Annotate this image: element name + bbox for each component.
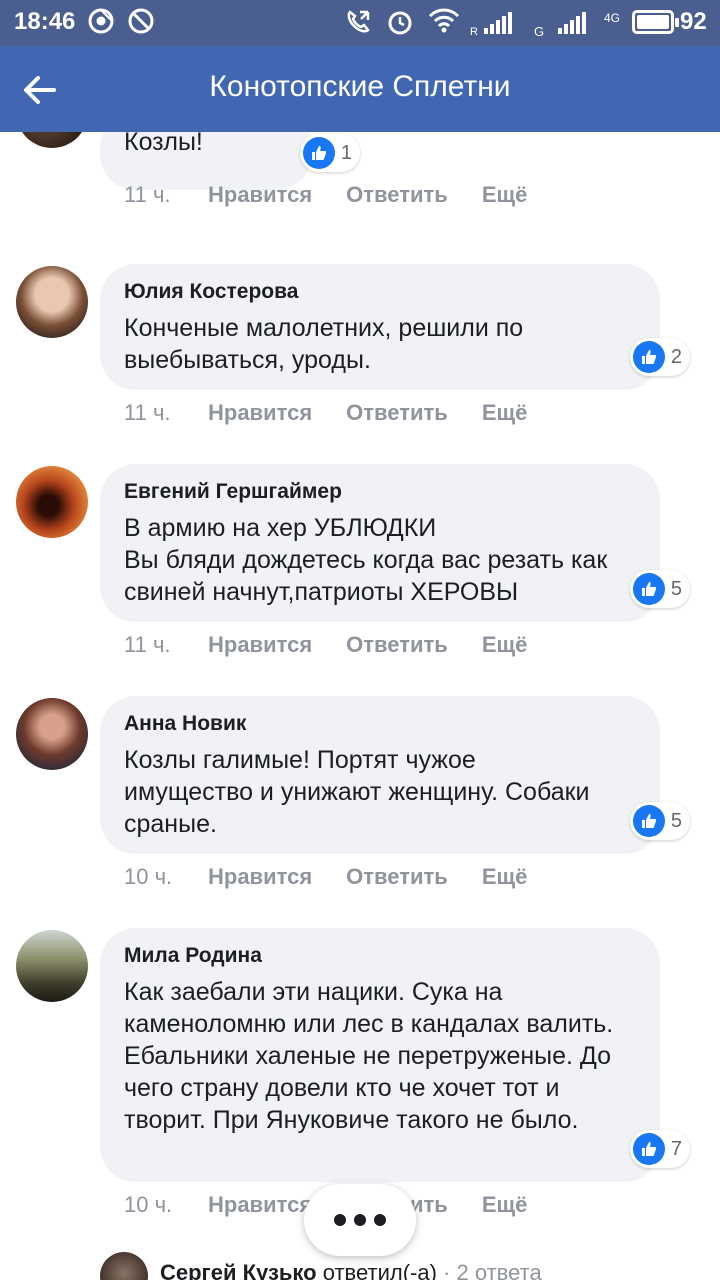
- wifi-icon: [428, 8, 460, 41]
- comment-author[interactable]: Евгений Гершгаймер: [124, 480, 636, 504]
- replies-summary: Сергей Кузько ответил(-а) · 2 ответа: [160, 1260, 542, 1280]
- page-title: Конотопские Сплетни: [209, 70, 511, 103]
- status-time: 18:46: [14, 8, 76, 35]
- replies-preview[interactable]: Сергей Кузько ответил(-а) · 2 ответа: [100, 1252, 720, 1280]
- battery-percent: 92: [680, 8, 707, 35]
- comment-actions: 10 ч. Нравится Ответить Ещё: [124, 864, 561, 890]
- comment-time: 11 ч.: [124, 632, 171, 657]
- comment-author[interactable]: Мила Родина: [124, 944, 636, 968]
- reaction-count: 2: [670, 345, 682, 368]
- more-button[interactable]: Ещё: [482, 182, 527, 208]
- comment-author[interactable]: Анна Новик: [124, 712, 636, 736]
- network-label-g: G: [534, 24, 545, 39]
- reaction-count: 5: [670, 577, 682, 600]
- more-button[interactable]: Ещё: [482, 864, 527, 890]
- like-reaction[interactable]: 7: [629, 1130, 690, 1168]
- reply-button[interactable]: Ответить: [346, 182, 448, 208]
- reply-action: ответил(-а): [322, 1260, 437, 1280]
- like-button[interactable]: Нравится: [208, 864, 312, 890]
- reply-button[interactable]: Ответить: [346, 400, 448, 426]
- reply-separator: ·: [443, 1260, 451, 1280]
- dot-icon: [334, 1214, 346, 1226]
- like-button[interactable]: Нравится: [208, 182, 312, 208]
- reply-author: Сергей Кузько: [160, 1260, 317, 1280]
- reply-count: 2 ответа: [456, 1260, 542, 1280]
- reply-button[interactable]: Ответить: [346, 864, 448, 890]
- comment-text: Козлы!: [124, 132, 203, 156]
- comment-bubble[interactable]: Юлия Костерова Конченые малолетних, реши…: [100, 264, 690, 390]
- comment-author[interactable]: Юлия Костерова: [124, 280, 636, 304]
- like-button[interactable]: Нравится: [208, 632, 312, 658]
- comment-time: 10 ч.: [124, 864, 173, 889]
- comment-bubble[interactable]: Евгений Гершгаймер В армию на хер УБЛЮДК…: [100, 464, 690, 622]
- more-button[interactable]: Ещё: [482, 1192, 527, 1218]
- status-bar: 18:46 R G 4G 92: [0, 0, 720, 46]
- avatar[interactable]: [16, 930, 88, 1002]
- alarm-icon: [386, 8, 414, 43]
- more-button[interactable]: Ещё: [482, 400, 527, 426]
- comment-text: Конченые малолетних, решили по выебывать…: [124, 314, 524, 374]
- do-not-disturb-icon: [128, 8, 154, 41]
- signal-icon: [558, 12, 586, 34]
- avatar: [100, 1252, 148, 1280]
- thumbs-up-icon: [632, 573, 665, 605]
- comment-time: 11 ч.: [124, 400, 171, 425]
- thumbs-up-icon: [632, 341, 665, 373]
- comment-actions: 11 ч. Нравится Ответить Ещё: [124, 632, 561, 658]
- reply-button[interactable]: Ответить: [346, 632, 448, 658]
- comment-time: 11 ч.: [124, 182, 171, 207]
- avatar[interactable]: [16, 266, 88, 338]
- comment-bubble[interactable]: Мила Родина Как заебали эти нацики. Сука…: [100, 928, 690, 1182]
- more-button[interactable]: Ещё: [482, 632, 527, 658]
- like-reaction[interactable]: 5: [629, 802, 690, 840]
- comment-text: В армию на хер УБЛЮДКИ Вы бляди дождетес…: [124, 514, 608, 606]
- thumbs-up-icon: [632, 1133, 665, 1165]
- network-label-4g: 4G: [604, 11, 621, 25]
- comment-text: Козлы галимые! Портят чужое имущество и …: [124, 746, 590, 838]
- thumbs-up-icon: [302, 137, 335, 169]
- like-button[interactable]: Нравится: [208, 1192, 312, 1218]
- comment-actions: 11 ч. Нравится Ответить Ещё: [124, 400, 561, 426]
- comments-list: Козлы! 1 11 ч. Нравится Ответить Ещё Юли…: [0, 132, 720, 1280]
- like-reaction[interactable]: 1: [299, 134, 360, 172]
- app-header: Конотопские Сплетни: [0, 46, 720, 132]
- like-reaction[interactable]: 5: [629, 570, 690, 608]
- dot-icon: [354, 1214, 366, 1226]
- comment-time: 10 ч.: [124, 1192, 173, 1217]
- avatar[interactable]: [16, 132, 88, 148]
- like-reaction[interactable]: 2: [629, 338, 690, 376]
- battery-icon: [632, 10, 679, 34]
- reaction-count: 7: [670, 1137, 682, 1160]
- comment-bubble[interactable]: Анна Новик Козлы галимые! Портят чужое и…: [100, 696, 690, 854]
- thumbs-up-icon: [632, 805, 665, 837]
- dot-icon: [374, 1214, 386, 1226]
- call-forward-icon: [344, 8, 372, 43]
- reaction-count: 1: [340, 141, 352, 164]
- chrome-icon: [88, 8, 114, 41]
- avatar[interactable]: [16, 466, 88, 538]
- reaction-count: 5: [670, 809, 682, 832]
- more-options-button[interactable]: [304, 1184, 416, 1256]
- lte-icon: 4G: [604, 12, 620, 24]
- comment-actions: 11 ч. Нравится Ответить Ещё: [124, 182, 561, 208]
- network-label-r: R: [470, 26, 478, 38]
- avatar[interactable]: [16, 698, 88, 770]
- signal-icon: [484, 12, 512, 34]
- comment-text: Как заебали эти нацики. Сука на каменоло…: [124, 978, 614, 1134]
- like-button[interactable]: Нравится: [208, 400, 312, 426]
